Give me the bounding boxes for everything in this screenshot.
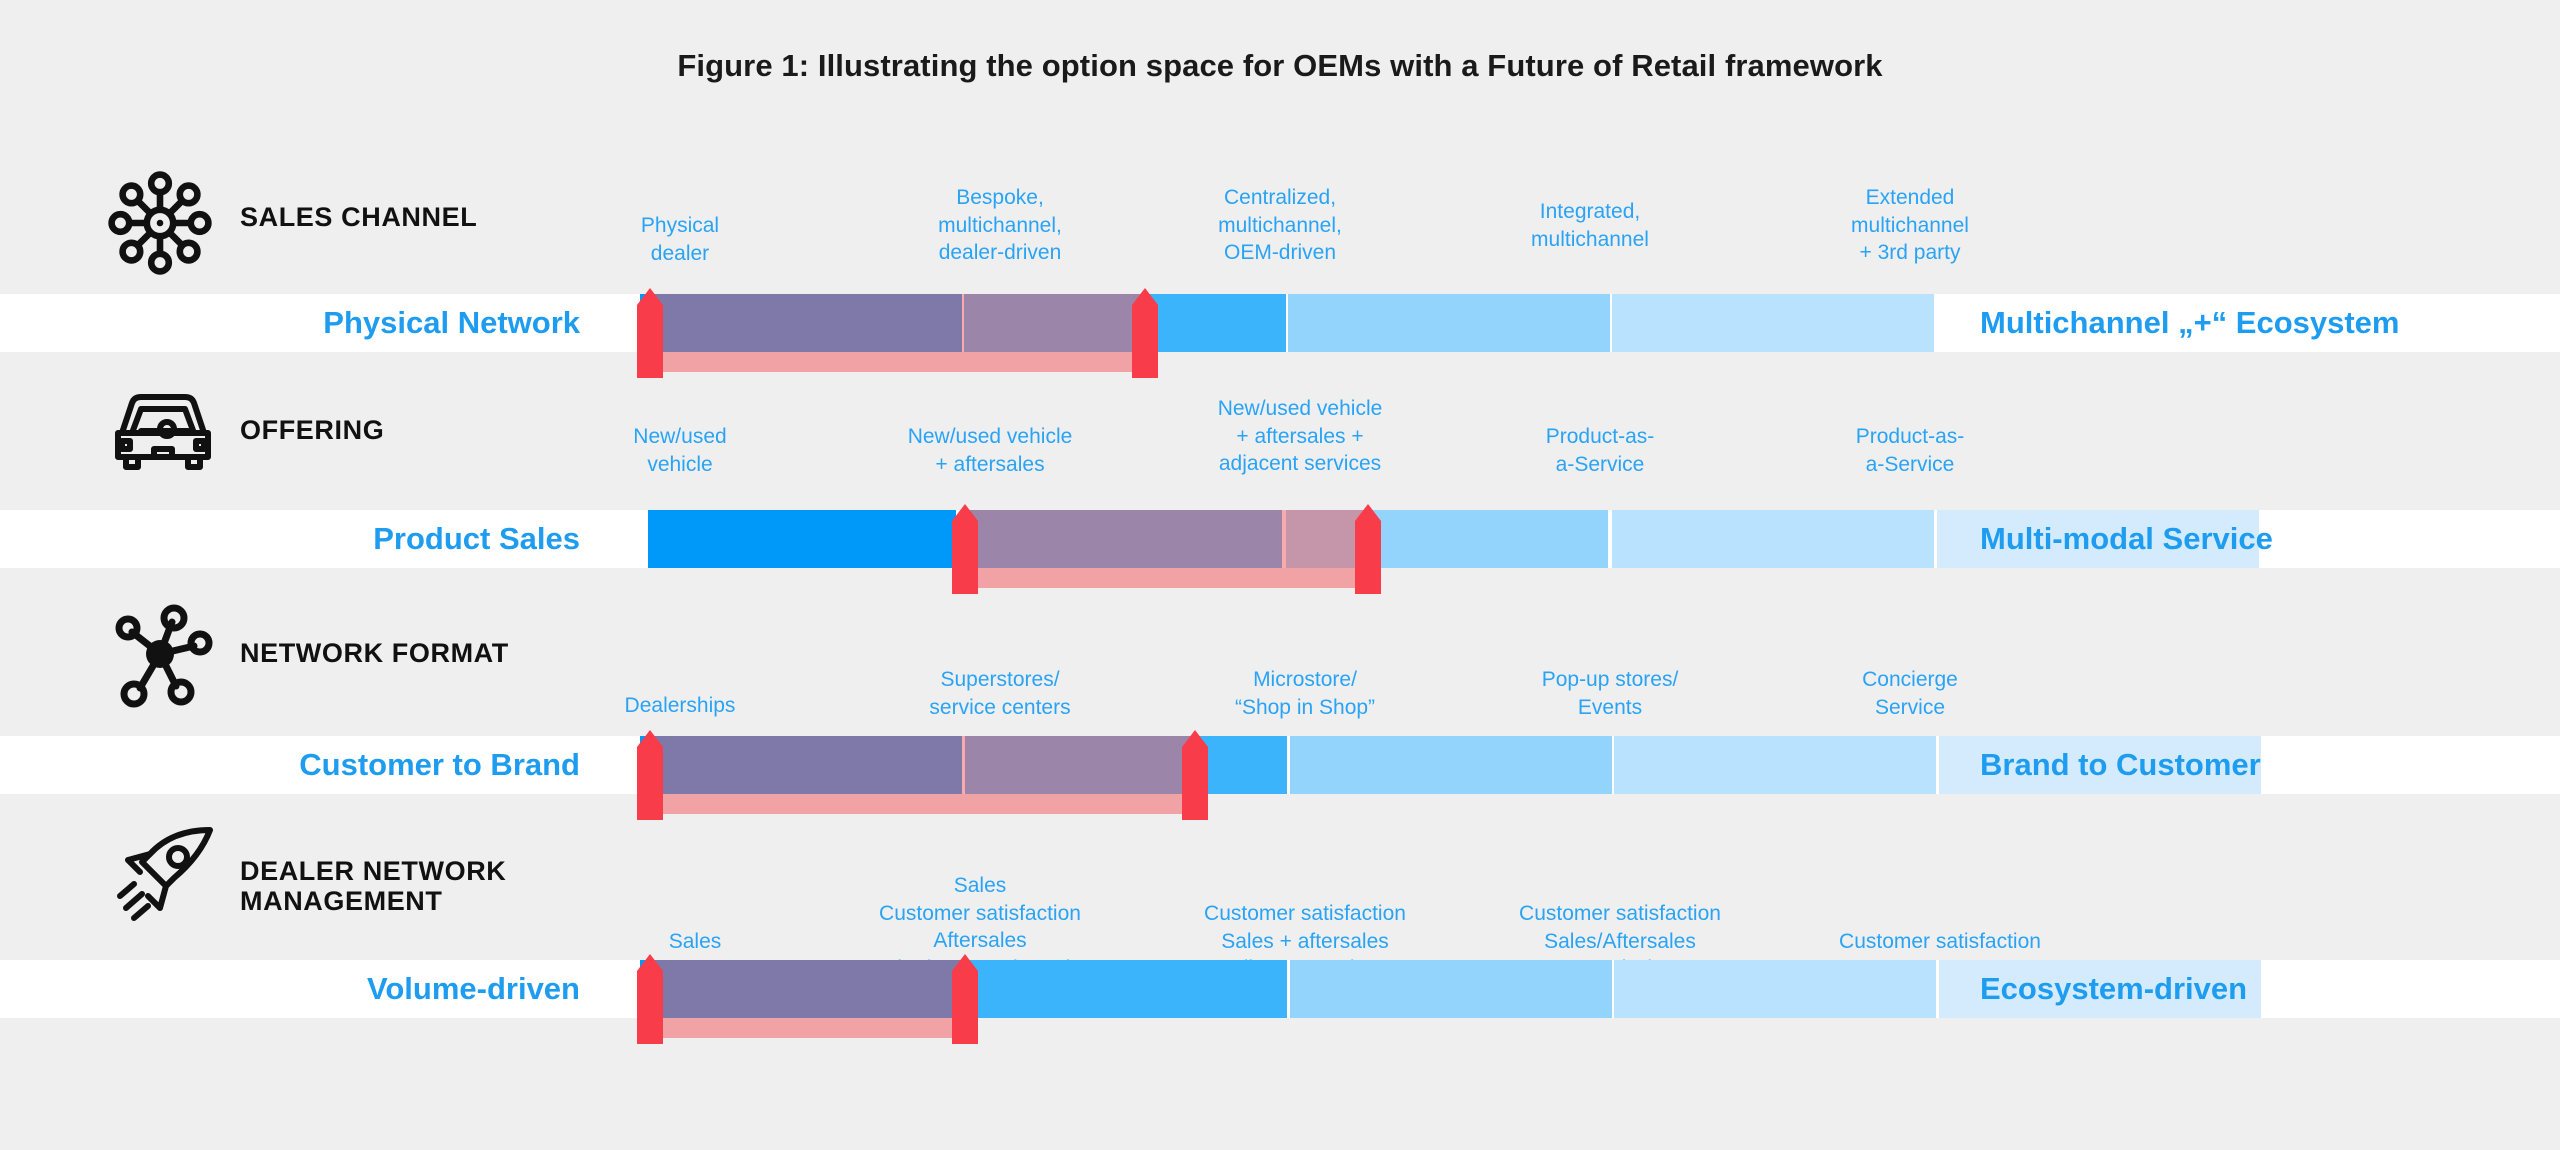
option-label: Pop-up stores/ Events: [1541, 668, 1679, 719]
option-label: Extended multichannel + 3rd party: [1851, 186, 1969, 265]
option-label: Superstores/ service centers: [929, 668, 1071, 719]
category-label-offering: OFFERING: [240, 415, 385, 445]
option-label: Integrated, multichannel: [1531, 200, 1649, 251]
scale-band: Customer to Brand Brand to Customer: [0, 736, 2560, 794]
segment[interactable]: [1290, 736, 1612, 794]
scale-right-label: Brand to Customer: [1980, 747, 2261, 782]
scale-band: Product Sales Multi-modal Service: [0, 510, 2560, 568]
segment[interactable]: [648, 510, 956, 568]
option-label: New/used vehicle + aftersales: [907, 425, 1073, 476]
segment[interactable]: [1614, 736, 1936, 794]
segment[interactable]: [640, 960, 962, 1018]
scale-right-label: Ecosystem-driven: [1980, 971, 2248, 1006]
hub-spoke-icon: [100, 168, 220, 278]
scale-band: Volume-driven Ecosystem-driven: [0, 960, 2560, 1018]
segment[interactable]: [1614, 960, 1936, 1018]
segment[interactable]: [960, 510, 1282, 568]
rocket-icon: [110, 824, 222, 928]
segment[interactable]: [965, 736, 1287, 794]
car-front-icon: [108, 387, 218, 479]
option-label: Physical dealer: [640, 214, 720, 265]
scale-left-label: Product Sales: [373, 521, 580, 556]
category-label-dealer-network-management: DEALER NETWORK MANAGEMENT: [240, 856, 507, 917]
option-label: Product-as- a-Service: [1855, 425, 1965, 476]
segment[interactable]: [1286, 510, 1608, 568]
segment[interactable]: [965, 960, 1287, 1018]
scale-left-label: Volume-driven: [366, 971, 580, 1006]
option-label: Microstore/ “Shop in Shop”: [1234, 668, 1376, 719]
option-label: Product-as- a-Service: [1545, 425, 1655, 476]
scale-left-label: Customer to Brand: [299, 747, 580, 782]
page-title: Figure 1: Illustrating the option space …: [677, 48, 1883, 83]
option-label: New/used vehicle: [633, 425, 727, 476]
molecule-node-icon: [110, 602, 222, 710]
category-label-sales-channel: SALES CHANNEL: [240, 202, 478, 232]
option-label: Bespoke, multichannel, dealer-driven: [938, 186, 1062, 265]
option-label: Dealerships: [624, 694, 736, 717]
option-label: New/used vehicle + aftersales + adjacent…: [1217, 397, 1383, 476]
segment[interactable]: [1612, 510, 1934, 568]
option-label: Concierge Service: [1862, 668, 1958, 719]
option-label: Centralized, multichannel, OEM-driven: [1218, 186, 1342, 265]
scale-band-extra: [0, 294, 2560, 352]
category-label-network-format: NETWORK FORMAT: [240, 638, 509, 668]
scale-right-label: Multi-modal Service: [1980, 521, 2273, 556]
segment[interactable]: [1290, 960, 1612, 1018]
segment[interactable]: [640, 736, 962, 794]
